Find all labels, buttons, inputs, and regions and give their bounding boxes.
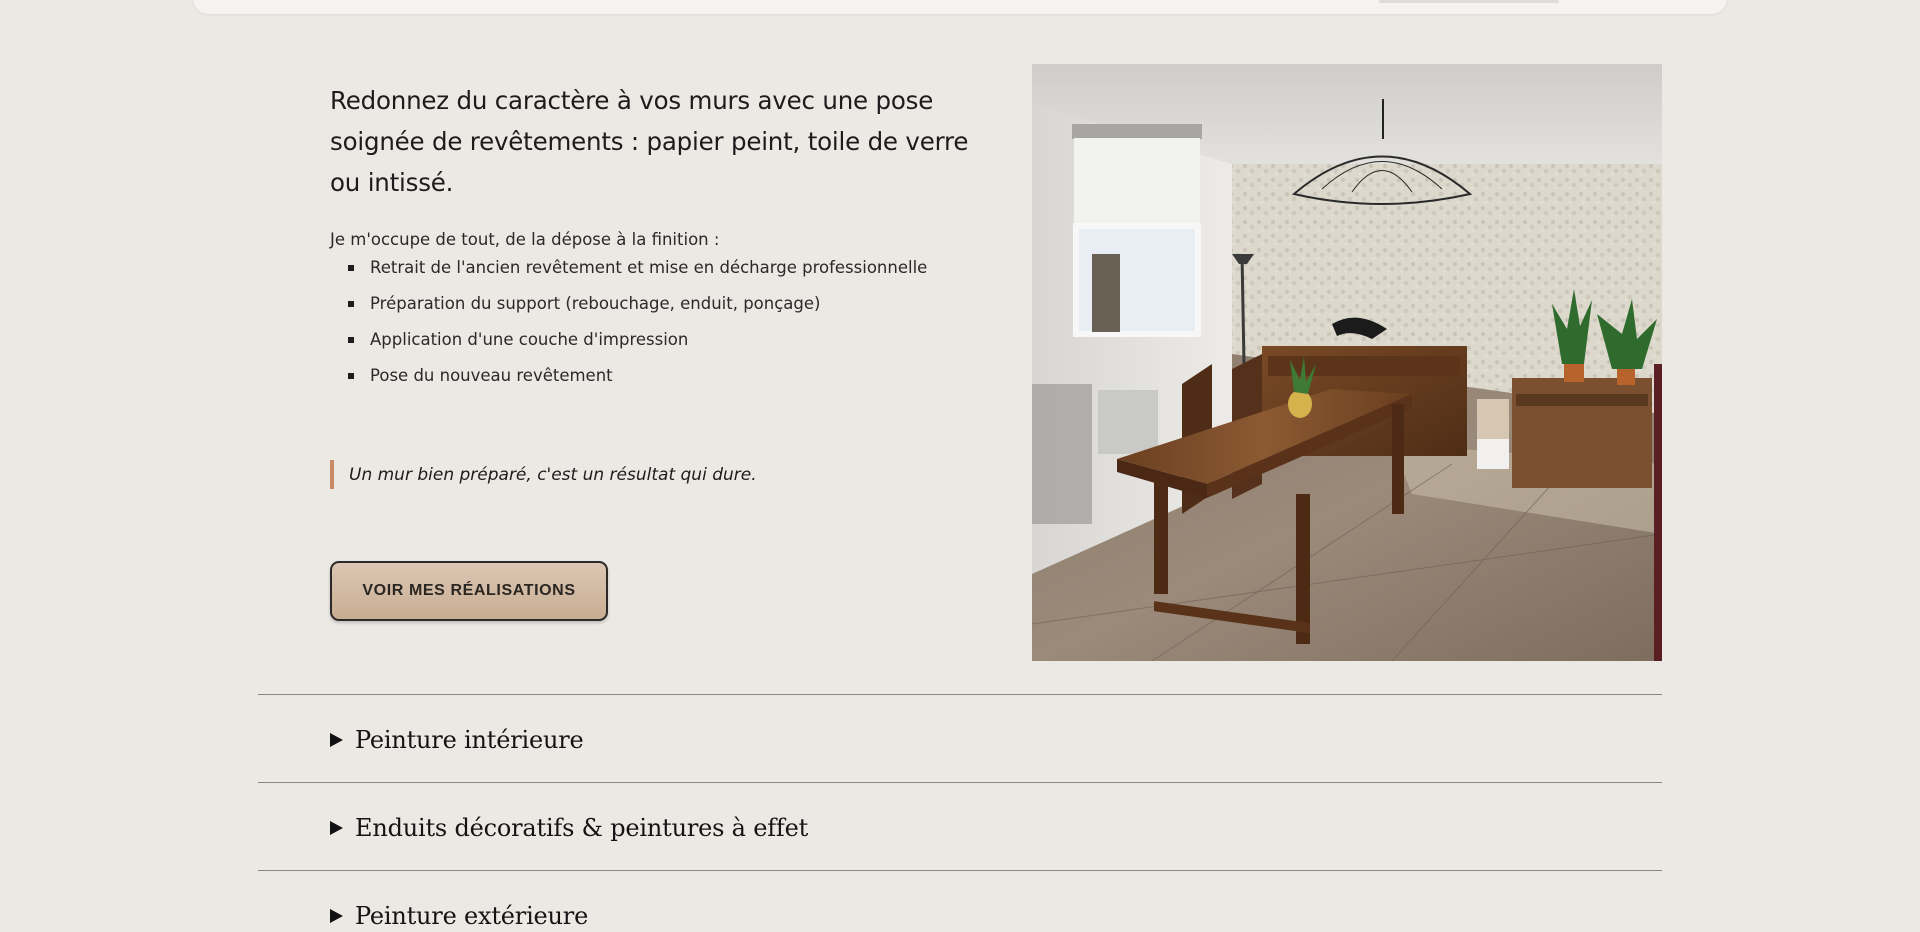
square-bullet-icon [348, 337, 354, 343]
list-item-text: Retrait de l'ancien revêtement et mise e… [370, 258, 928, 277]
list-item: Retrait de l'ancien revêtement et mise e… [348, 257, 970, 279]
caret-right-icon [330, 909, 343, 923]
accordion-label: Peinture extérieure [355, 902, 589, 930]
header-bar [193, 0, 1727, 14]
square-bullet-icon [348, 265, 354, 271]
list-item-text: Préparation du support (rebouchage, endu… [370, 294, 821, 313]
button-label: VOIR MES RÉALISATIONS [362, 582, 576, 599]
list-item-text: Pose du nouveau revêtement [370, 366, 613, 385]
caret-right-icon [330, 821, 343, 835]
service-lead: Je m'occupe de tout, de la dépose à la f… [330, 230, 720, 249]
accordion-label: Enduits décoratifs & peintures à effet [355, 814, 809, 842]
square-bullet-icon [348, 373, 354, 379]
service-steps-list: Retrait de l'ancien revêtement et mise e… [330, 257, 970, 387]
service-intro: Redonnez du caractère à vos murs avec un… [330, 80, 970, 401]
list-item-text: Application d'une couche d'impression [370, 330, 689, 349]
caret-right-icon [330, 733, 343, 747]
list-item: Préparation du support (rebouchage, endu… [348, 293, 970, 315]
accordion-item-peinture-interieure[interactable]: Peinture intérieure [258, 694, 1662, 782]
quote-text: Un mur bien préparé, c'est un résultat q… [349, 464, 757, 485]
dining-room-photo [1032, 64, 1662, 661]
services-accordion: Peinture intérieure Enduits décoratifs &… [258, 694, 1662, 932]
square-bullet-icon [348, 301, 354, 307]
page-frame: Redonnez du caractère à vos murs avec un… [0, 0, 1920, 932]
list-item: Pose du nouveau revêtement [348, 365, 970, 387]
service-heading: Redonnez du caractère à vos murs avec un… [330, 86, 969, 197]
room-illustration [1032, 64, 1662, 661]
view-realisations-button[interactable]: VOIR MES RÉALISATIONS [330, 561, 608, 621]
pull-quote: Un mur bien préparé, c'est un résultat q… [330, 460, 757, 489]
accordion-item-enduits-decoratifs[interactable]: Enduits décoratifs & peintures à effet [258, 782, 1662, 870]
list-item: Application d'une couche d'impression [348, 329, 970, 351]
accordion-label: Peinture intérieure [355, 726, 584, 754]
accordion-item-peinture-exterieure[interactable]: Peinture extérieure [258, 870, 1662, 932]
nav-indicator [1379, 0, 1559, 3]
